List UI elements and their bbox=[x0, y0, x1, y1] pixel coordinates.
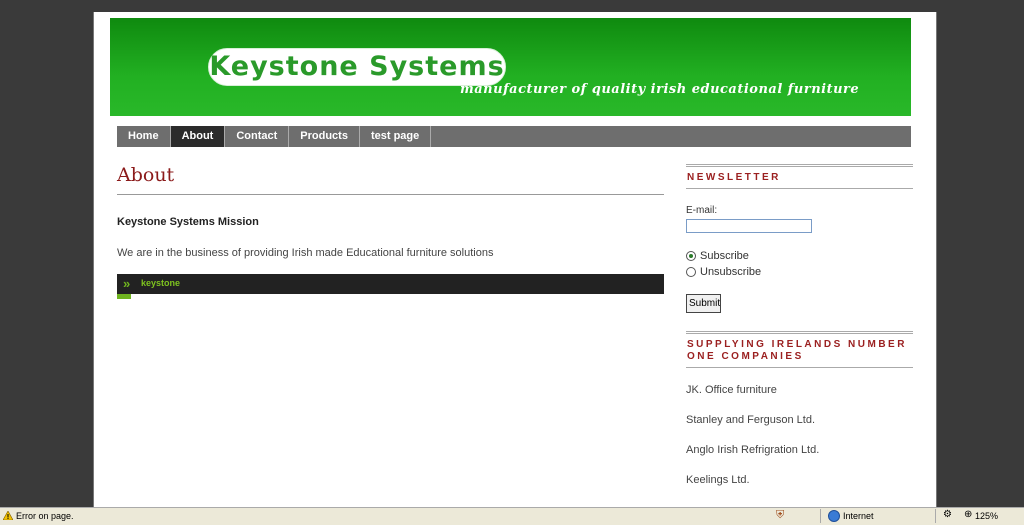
company-item: Stanley and Ferguson Ltd. bbox=[686, 414, 816, 426]
newsletter-heading: NEWSLETTER bbox=[686, 164, 913, 189]
nav-contact[interactable]: Contact bbox=[225, 126, 290, 147]
page-title: About bbox=[117, 164, 175, 186]
email-label: E-mail: bbox=[686, 205, 718, 216]
security-zone[interactable]: Internet bbox=[843, 511, 874, 521]
submit-button[interactable]: Submit bbox=[686, 294, 721, 313]
privacy-icon[interactable]: ⛨ bbox=[776, 509, 784, 522]
radio-selected-icon[interactable] bbox=[686, 251, 696, 262]
site-tagline: manufacturer of quality irish educationa… bbox=[460, 82, 860, 97]
company-item: JK. Office furniture bbox=[686, 384, 777, 396]
status-divider bbox=[935, 509, 936, 523]
nav-products[interactable]: Products bbox=[289, 126, 360, 147]
radio-unselected-icon[interactable] bbox=[686, 267, 696, 278]
nav-about[interactable]: About bbox=[170, 126, 226, 147]
chevron-right-icon: » bbox=[123, 276, 131, 291]
protected-mode-icon[interactable]: ⚙ bbox=[943, 509, 952, 520]
subscribe-label: Subscribe bbox=[700, 250, 749, 262]
globe-icon bbox=[828, 510, 840, 522]
status-divider bbox=[820, 509, 821, 523]
keystone-bar: » keystone bbox=[117, 274, 664, 294]
warning-icon[interactable] bbox=[3, 511, 13, 520]
nav-home[interactable]: Home bbox=[117, 126, 171, 147]
email-field[interactable] bbox=[686, 219, 812, 233]
browser-status-bar: Error on page. ⛨ Internet ⚙ ⊕ 125% bbox=[0, 507, 1024, 525]
keystone-bar-label[interactable]: keystone bbox=[141, 278, 180, 288]
company-item: Anglo Irish Refrigration Ltd. bbox=[686, 444, 820, 456]
companies-heading: SUPPLYING IRELANDS NUMBER ONE COMPANIES bbox=[686, 331, 913, 368]
page-content: Keystone Systems manufacturer of quality… bbox=[93, 12, 937, 508]
subscribe-option[interactable]: Subscribe bbox=[686, 250, 749, 262]
mission-heading: Keystone Systems Mission bbox=[117, 216, 259, 228]
unsubscribe-label: Unsubscribe bbox=[700, 266, 762, 278]
green-tab-accent bbox=[117, 294, 131, 299]
site-banner: Keystone Systems manufacturer of quality… bbox=[110, 18, 911, 116]
mission-text: We are in the business of providing Iris… bbox=[117, 247, 494, 259]
company-item: Keelings Ltd. bbox=[686, 474, 750, 486]
zoom-level[interactable]: 125% bbox=[975, 511, 998, 521]
site-logo[interactable]: Keystone Systems bbox=[208, 48, 506, 86]
title-divider bbox=[117, 194, 664, 195]
logo-text: Keystone Systems bbox=[209, 51, 505, 82]
nav-test-page[interactable]: test page bbox=[360, 126, 432, 147]
unsubscribe-option[interactable]: Unsubscribe bbox=[686, 266, 761, 278]
main-nav: Home About Contact Products test page bbox=[117, 126, 911, 147]
zoom-icon[interactable]: ⊕ bbox=[964, 509, 972, 520]
error-message[interactable]: Error on page. bbox=[16, 511, 74, 521]
